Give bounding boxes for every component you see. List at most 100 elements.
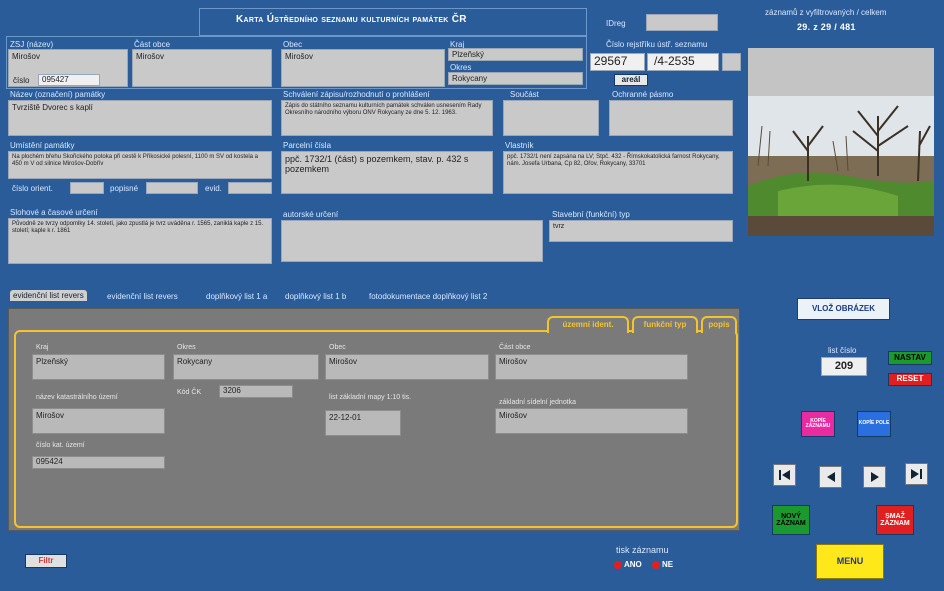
tisk-ne-radio[interactable] [652,561,660,569]
ochranne-label: Ochranné pásmo [612,90,674,99]
stoh-label: Slohové a časové určení [10,208,98,217]
inner-mapa-field[interactable]: 22-12-01 [325,410,401,436]
smaz-zaznam-button[interactable]: SMAŽ ZÁZNAM [876,505,914,535]
idreg-field[interactable] [646,14,718,31]
next-record-button[interactable] [863,466,886,488]
inner-zsj-field[interactable]: Mirošov [495,408,688,434]
list-cislo-field[interactable]: 209 [821,357,867,376]
last-icon [911,469,922,479]
subtab-popis-label: popis [708,320,730,329]
umisteni-label: Umístění památky [10,141,75,150]
rejstrik-field-c[interactable] [722,53,741,71]
soucast-label: Součást [510,90,539,99]
inner-kraj-field[interactable]: Plzeňský [32,354,165,380]
reset-button[interactable]: RESET [888,373,932,386]
rejstrik-field-b[interactable]: /4-2535 [647,53,719,71]
idreg-label: IDreg [606,19,626,28]
cislo-field[interactable]: 095427 [38,74,100,86]
rejstrik-field-a[interactable]: 29567 [590,53,645,71]
records-label: záznamů z vyfiltrovaných / celkem [765,8,887,17]
popisne-label: popisné [110,184,139,193]
inner-kodku-label: Kód ČK [177,389,202,396]
areal-button[interactable]: areál [614,74,648,86]
next-icon [870,472,879,482]
okres-label: Okres [450,63,472,72]
inner-obec-field[interactable]: Mirošov [325,354,489,380]
evid-label: evid. [205,184,222,193]
stavebni-field[interactable]: tvrz [549,220,733,242]
vlastnik-label: Vlastník [505,141,534,150]
ochranne-field[interactable] [609,100,733,136]
obec-label: Obec [283,40,303,49]
inner-zsj-label: základní sídelní jednotka [499,399,577,406]
parcelni-field[interactable]: ppč. 1732/1 (část) s pozemkem, stav. p. … [281,151,493,194]
tisk-ano-radio[interactable] [614,561,622,569]
zsj-label: ZSJ (název) [10,40,54,49]
photo-placeholder-top [748,48,934,96]
kopie-pole-button[interactable]: KOPÍE POLE [857,411,891,437]
subtab-popis[interactable]: popis [701,316,737,333]
tisk-ne-label: NE [662,560,674,569]
subtab-uzemni[interactable]: územní ident. [547,316,629,333]
filtr-button[interactable]: Filtr [25,554,67,568]
stoh-field[interactable]: Původně ze tvrzy odpomlky 14. století, j… [8,218,272,264]
tab-evidencni-list-revers-2[interactable]: evidenční list revers [107,292,178,301]
menu-button[interactable]: MENU [816,544,884,579]
subtab-funkcni[interactable]: funkční typ [632,316,698,333]
inner-katastr-field[interactable]: Mirošov [32,408,165,434]
cislo-orient-field[interactable] [70,182,104,194]
soucast-field[interactable] [503,100,599,136]
nazev-field[interactable]: Tvrziště Dvorec s kaplí [8,100,272,136]
subtab-funkcni-label: funkční typ [643,320,687,329]
inner-okres-field[interactable]: Rokycany [173,354,319,380]
first-record-button[interactable] [773,464,796,486]
inner-mapa-label: list základní mapy 1:10 tis. [329,394,412,401]
tab-doplnkovy-list-1a[interactable]: doplňkový list 1 a [206,292,267,301]
inner-kodku-field[interactable]: 3206 [219,385,293,398]
inner-cast-field[interactable]: Mirošov [495,354,688,380]
schvaleni-field[interactable]: Zápis do státního seznamu kulturních pam… [281,100,493,136]
schvaleni-label: Schválení zápisu/rozhodnutí o prohlášení [283,90,430,99]
inner-kraj-label: Kraj [36,344,49,351]
tab-doplnkovy-list-1b[interactable]: doplňkový list 1 b [285,292,346,301]
cast-obce-field[interactable]: Mirošov [132,49,272,87]
stavebni-label: Stavební (funkční) typ [552,210,630,219]
autorske-field[interactable] [281,220,543,262]
umisteni-field[interactable]: Na plochém břehu Skořického potoka při c… [8,151,272,179]
prev-record-button[interactable] [819,466,842,488]
vlastnik-field[interactable]: ppč. 1732/1 není zapsána na LV; Stpč. 43… [503,151,733,194]
kopie-zaznamu-button[interactable]: KOPÍE ZÁZNAMU [801,411,835,437]
kraj-field[interactable]: Plzeňský [448,48,583,61]
prev-icon [826,472,835,482]
cislo-orient-label: číslo orient. [12,184,53,193]
inner-cislo-kat-field[interactable]: 095424 [32,456,165,469]
list-cislo-label: list číslo [828,346,857,355]
cast-obce-label: Část obce [134,40,171,49]
popisne-field[interactable] [146,182,198,194]
first-icon [779,470,790,480]
obec-field[interactable]: Mirošov [281,49,445,87]
evid-field[interactable] [228,182,272,194]
novy-zaznam-button[interactable]: NOVÝ ZÁZNAM [772,505,810,535]
inner-cast-label: Část obce [499,344,531,351]
inner-cislo-kat-label: číslo kat. území [36,442,85,449]
nastav-button[interactable]: NASTAV [888,351,932,365]
tisk-label: tisk záznamu [616,545,669,555]
inner-okres-label: Okres [177,344,196,351]
tisk-ano-label: ANO [624,560,642,569]
tab-fotodokumentace[interactable]: fotodokumentace doplňkový list 2 [369,292,487,301]
rejstrik-label: Číslo rejstříku ústř. seznamu [606,40,708,49]
cislo-label: číslo [13,76,30,85]
inner-obec-label: Obec [329,344,346,351]
vloz-obrazek-button[interactable]: VLOŽ OBRÁZEK [797,298,890,320]
inner-katastr-label: název katastrálního území [36,394,118,401]
last-record-button[interactable] [905,463,928,485]
page-title: Karta Ústředního seznamu kulturních pamá… [236,14,467,25]
autorske-label: autorské určení [283,210,339,219]
okres-field[interactable]: Rokycany [448,72,583,85]
tab-evidencni-list-revers-1[interactable]: evidenční list revers [10,290,87,301]
records-value: 29. z 29 / 481 [797,22,856,32]
parcelni-label: Parcelní čísla [283,141,332,150]
nazev-label: Název (označení) památky [10,90,106,99]
subtab-uzemni-label: územní ident. [562,320,614,329]
